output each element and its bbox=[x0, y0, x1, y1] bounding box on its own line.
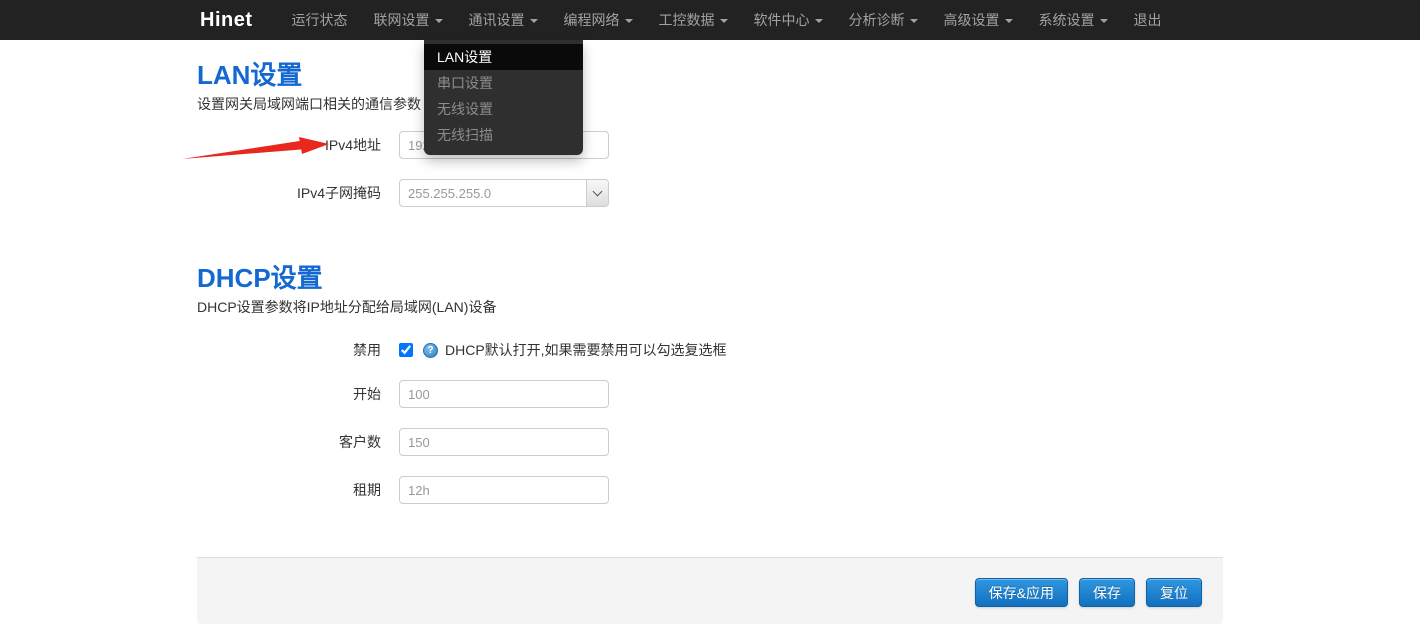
nav-item-label: 通讯设置 bbox=[469, 10, 525, 30]
chevron-down-icon bbox=[815, 19, 823, 23]
nav-item-comm-settings[interactable]: 通讯设置 bbox=[456, 0, 551, 40]
subnet-mask-row: IPv4子网掩码 255.255.255.0 bbox=[197, 179, 1223, 207]
nav-menu: 运行状态 联网设置 通讯设置 编程网络 工控数据 软件中心 分析诊断 高级设置 … bbox=[279, 0, 1175, 40]
lan-section-title: LAN设置 bbox=[197, 60, 1223, 90]
chevron-down-icon bbox=[593, 186, 603, 196]
dhcp-clients-input[interactable] bbox=[399, 428, 609, 456]
dhcp-disable-row: 禁用 ? DHCP默认打开,如果需要禁用可以勾选复选框 bbox=[197, 340, 1223, 360]
help-question-icon: ? bbox=[423, 343, 438, 358]
nav-item-label: 退出 bbox=[1134, 10, 1162, 30]
ipv4-address-label: IPv4地址 bbox=[197, 135, 399, 155]
nav-item-running-status[interactable]: 运行状态 bbox=[279, 0, 361, 40]
dhcp-disable-label: 禁用 bbox=[197, 340, 399, 360]
chevron-down-icon bbox=[1100, 19, 1108, 23]
nav-item-programming-network[interactable]: 编程网络 bbox=[551, 0, 646, 40]
comm-settings-dropdown: LAN设置 串口设置 无线设置 无线扫描 bbox=[424, 40, 583, 155]
nav-item-analysis-diagnosis[interactable]: 分析诊断 bbox=[836, 0, 931, 40]
dhcp-clients-label: 客户数 bbox=[197, 432, 399, 452]
navbar-inner: Hinet 运行状态 联网设置 通讯设置 编程网络 工控数据 软件中心 分析诊断… bbox=[197, 0, 1223, 40]
select-dropdown-button[interactable] bbox=[586, 180, 608, 206]
dropdown-item-serial-settings[interactable]: 串口设置 bbox=[424, 70, 583, 96]
nav-item-label: 系统设置 bbox=[1039, 10, 1095, 30]
chevron-down-icon bbox=[910, 19, 918, 23]
dhcp-disable-checkbox[interactable] bbox=[399, 343, 413, 357]
chevron-down-icon bbox=[720, 19, 728, 23]
lan-settings-section: LAN设置 设置网关局域网端口相关的通信参数 IPv4地址 IPv4子网掩码 2… bbox=[197, 60, 1223, 207]
nav-item-industrial-data[interactable]: 工控数据 bbox=[646, 0, 741, 40]
brand-logo[interactable]: Hinet bbox=[200, 9, 253, 32]
dhcp-section-subtitle: DHCP设置参数将IP地址分配给局域网(LAN)设备 bbox=[197, 299, 1223, 316]
nav-item-label: 软件中心 bbox=[754, 10, 810, 30]
nav-item-system-settings[interactable]: 系统设置 bbox=[1026, 0, 1121, 40]
nav-item-label: 编程网络 bbox=[564, 10, 620, 30]
dhcp-start-label: 开始 bbox=[197, 384, 399, 404]
top-navbar: Hinet 运行状态 联网设置 通讯设置 编程网络 工控数据 软件中心 分析诊断… bbox=[0, 0, 1420, 40]
nav-item-network-settings[interactable]: 联网设置 bbox=[361, 0, 456, 40]
dropdown-item-wireless-settings[interactable]: 无线设置 bbox=[424, 96, 583, 122]
action-footer-bar: 保存&应用 保存 复位 bbox=[197, 557, 1223, 624]
dhcp-settings-section: DHCP设置 DHCP设置参数将IP地址分配给局域网(LAN)设备 禁用 ? D… bbox=[197, 263, 1223, 504]
dhcp-start-row: 开始 bbox=[197, 380, 1223, 408]
dhcp-clients-row: 客户数 bbox=[197, 428, 1223, 456]
subnet-mask-select[interactable]: 255.255.255.0 bbox=[399, 179, 609, 207]
chevron-down-icon bbox=[1005, 19, 1013, 23]
nav-item-label: 分析诊断 bbox=[849, 10, 905, 30]
save-apply-button[interactable]: 保存&应用 bbox=[975, 578, 1068, 607]
dhcp-disable-note: DHCP默认打开,如果需要禁用可以勾选复选框 bbox=[445, 340, 727, 360]
dhcp-lease-input[interactable] bbox=[399, 476, 609, 504]
dropdown-item-lan-settings[interactable]: LAN设置 bbox=[424, 44, 583, 70]
dhcp-start-input[interactable] bbox=[399, 380, 609, 408]
nav-item-label: 联网设置 bbox=[374, 10, 430, 30]
ipv4-address-row: IPv4地址 bbox=[197, 131, 1223, 159]
dropdown-item-wireless-scan[interactable]: 无线扫描 bbox=[424, 122, 583, 148]
nav-item-label: 工控数据 bbox=[659, 10, 715, 30]
nav-item-logout[interactable]: 退出 bbox=[1121, 0, 1175, 40]
subnet-mask-label: IPv4子网掩码 bbox=[197, 183, 399, 203]
reset-button[interactable]: 复位 bbox=[1146, 578, 1202, 607]
chevron-down-icon bbox=[435, 19, 443, 23]
lan-section-subtitle: 设置网关局域网端口相关的通信参数 bbox=[197, 96, 1223, 113]
nav-item-software-center[interactable]: 软件中心 bbox=[741, 0, 836, 40]
subnet-mask-value: 255.255.255.0 bbox=[400, 180, 586, 206]
nav-item-advanced-settings[interactable]: 高级设置 bbox=[931, 0, 1026, 40]
chevron-down-icon bbox=[530, 19, 538, 23]
nav-item-label: 运行状态 bbox=[292, 10, 348, 30]
save-button[interactable]: 保存 bbox=[1079, 578, 1135, 607]
nav-item-label: 高级设置 bbox=[944, 10, 1000, 30]
chevron-down-icon bbox=[625, 19, 633, 23]
main-content: LAN设置 设置网关局域网端口相关的通信参数 IPv4地址 IPv4子网掩码 2… bbox=[197, 60, 1223, 504]
dhcp-section-title: DHCP设置 bbox=[197, 263, 1223, 293]
dhcp-lease-label: 租期 bbox=[197, 480, 399, 500]
dhcp-lease-row: 租期 bbox=[197, 476, 1223, 504]
